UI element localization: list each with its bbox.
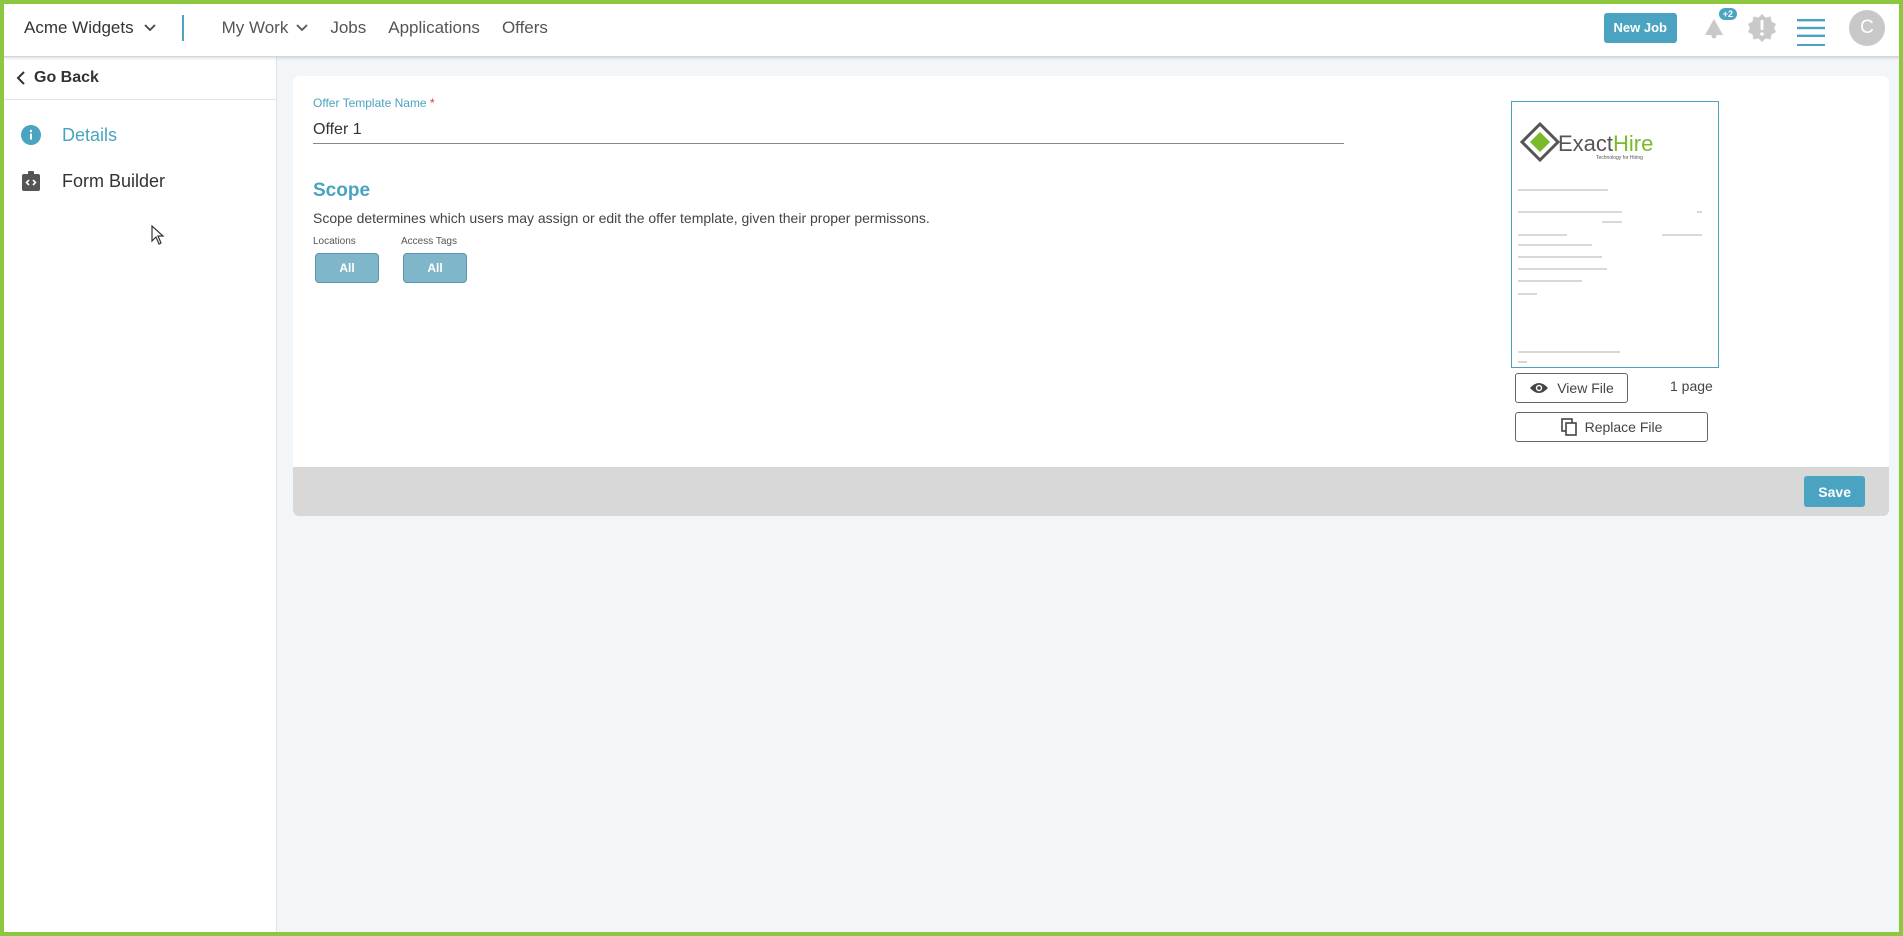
nav-jobs[interactable]: Jobs	[330, 18, 366, 38]
chevron-down-icon	[143, 24, 156, 32]
locations-all-button[interactable]: All	[315, 253, 379, 283]
offer-template-name-input[interactable]	[313, 116, 1344, 144]
offer-template-name-label: Offer Template Name *	[313, 96, 435, 110]
chevron-down-icon	[296, 24, 308, 32]
main-nav: My Work Jobs Applications Offers	[222, 18, 570, 38]
header-actions: New Job +2 C	[1603, 8, 1885, 46]
locations-label: Locations	[313, 236, 356, 247]
nav-offers[interactable]: Offers	[502, 18, 548, 38]
copy-icon	[1560, 418, 1577, 436]
menu-button[interactable]	[1797, 18, 1825, 46]
top-bar: Acme Widgets My Work Jobs Applications O…	[0, 0, 1903, 57]
sidebar: Go Back Details Form Builder	[4, 57, 277, 932]
sidebar-item-details[interactable]: Details	[4, 112, 276, 158]
sidebar-item-form-builder[interactable]: Form Builder	[4, 158, 276, 204]
org-name: Acme Widgets	[24, 18, 134, 37]
notifications-button[interactable]: +2	[1701, 8, 1737, 41]
sidebar-item-label: Details	[62, 124, 118, 145]
alerts-button[interactable]	[1747, 13, 1777, 43]
scope-description: Scope determines which users may assign …	[313, 210, 930, 226]
org-switcher[interactable]: Acme Widgets	[24, 18, 156, 38]
document-lines	[1518, 189, 1702, 363]
file-preview[interactable]: ExactHire Technology for Hiring	[1511, 101, 1719, 368]
info-icon	[20, 124, 42, 146]
nav-my-work[interactable]: My Work	[222, 18, 309, 38]
avatar[interactable]: C	[1849, 10, 1885, 46]
mouse-cursor-icon	[151, 225, 165, 245]
nav-applications[interactable]: Applications	[388, 18, 480, 38]
header-divider	[181, 15, 184, 41]
notification-badge: +2	[1718, 8, 1737, 20]
new-job-button[interactable]: New Job	[1603, 13, 1677, 43]
access-tags-all-button[interactable]: All	[403, 253, 467, 283]
sidebar-item-label: Form Builder	[62, 170, 166, 191]
form-builder-icon	[20, 170, 42, 192]
go-back-button[interactable]: Go Back	[4, 57, 276, 100]
scope-title: Scope	[313, 180, 371, 201]
offer-template-card: Offer Template Name * Scope Scope determ…	[293, 76, 1889, 516]
logo-tagline: Technology for Hiring	[1596, 155, 1643, 161]
alert-icon	[1748, 14, 1776, 42]
view-file-button[interactable]: View File	[1515, 373, 1628, 403]
replace-file-button[interactable]: Replace File	[1515, 412, 1708, 442]
save-button[interactable]: Save	[1804, 476, 1865, 507]
page-count: 1 page	[1670, 378, 1713, 394]
eye-icon	[1530, 383, 1549, 393]
access-tags-label: Access Tags	[401, 236, 457, 247]
hamburger-menu-icon	[1797, 19, 1825, 37]
document-thumbnail: ExactHire Technology for Hiring	[1518, 121, 1702, 363]
chevron-left-icon	[16, 71, 25, 85]
logo-text: ExactHire	[1558, 131, 1653, 156]
card-footer: Save	[293, 467, 1889, 516]
